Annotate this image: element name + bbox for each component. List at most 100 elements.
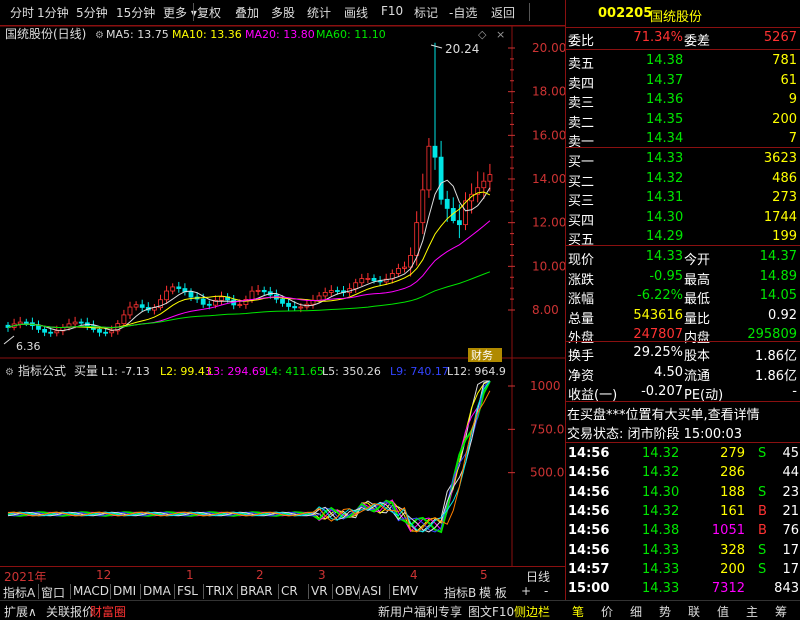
- quote-row: 卖四 14.37 61: [566, 72, 800, 92]
- chart-title: 国统股份(日线): [5, 27, 86, 41]
- bottom-link[interactable]: 关联报价: [46, 603, 94, 620]
- back-button[interactable]: 返回: [491, 4, 515, 21]
- time-axis-label: 12: [96, 568, 112, 582]
- candle: [438, 156, 444, 200]
- stat-value: 1.86亿: [755, 349, 797, 364]
- side-panel-tab[interactable]: 筹: [775, 603, 787, 620]
- bid-level-label: 买三: [568, 194, 595, 209]
- bottom-link[interactable]: 财富圈: [90, 603, 126, 620]
- indicator-tab[interactable]: FSL: [177, 584, 198, 598]
- quote-row: 15:00 14.33 7312 843: [566, 580, 800, 599]
- draw-line-button[interactable]: 画线: [344, 4, 368, 21]
- side-panel-tab[interactable]: 笔: [572, 603, 584, 620]
- side-panel-tab[interactable]: 势: [659, 603, 671, 620]
- divider: [203, 584, 204, 599]
- candle: [334, 290, 340, 292]
- stat-value: 14.05: [759, 288, 797, 303]
- stat-value: 4.50: [654, 364, 683, 380]
- time-axis-label: 2: [256, 568, 264, 582]
- f10-button[interactable]: F10: [381, 4, 403, 18]
- indicator-tab[interactable]: ASI: [362, 584, 381, 598]
- settings-icon[interactable]: ⚙: [95, 30, 104, 41]
- indicator-tab[interactable]: TRIX: [206, 584, 233, 598]
- indicator-tab[interactable]: 指标B: [444, 584, 476, 601]
- candle: [261, 289, 267, 293]
- bottom-link[interactable]: 扩展∧: [4, 603, 37, 620]
- indicator-tab[interactable]: EMV: [392, 584, 418, 598]
- indicator-tabs: 指标A 窗口 MACD DMI DMA FSL TRIX BRAR CR VR OBV ASI EMV 指…: [0, 582, 565, 600]
- quote-row: 买四 14.30 1744: [566, 209, 800, 229]
- candle: [365, 277, 371, 280]
- ask-level-label: 卖四: [568, 76, 595, 92]
- bottom-link[interactable]: 图文F10: [468, 603, 514, 620]
- diamond-icon[interactable]: ◇: [478, 28, 487, 41]
- candle: [72, 321, 78, 325]
- bottom-link[interactable]: 侧边栏: [514, 603, 550, 620]
- tick-direction: B: [758, 523, 767, 539]
- tab-5min[interactable]: 5分钟: [76, 4, 108, 21]
- indicator-tab[interactable]: BRAR: [240, 584, 273, 598]
- mark-button[interactable]: 标记: [414, 4, 438, 21]
- bid-price[interactable]: 14.33: [646, 151, 683, 166]
- side-panel-tab[interactable]: 价: [601, 603, 613, 620]
- side-panel-tab[interactable]: 值: [717, 603, 729, 620]
- tick-time: 14:56: [568, 503, 610, 519]
- settings-icon[interactable]: ⚙: [5, 367, 14, 378]
- bottom-bar: 扩展∧ 关联报价 财富圈 新用户福利专享 图文F10 侧边栏 笔价细势联值主筹: [0, 600, 800, 620]
- indicator-tab[interactable]: CR: [281, 584, 298, 598]
- indicator-tab[interactable]: -: [544, 584, 548, 598]
- quote-row: 买一 14.33 3623: [566, 150, 800, 170]
- indicator-tab[interactable]: +: [521, 584, 531, 598]
- ask-price[interactable]: 14.38: [646, 53, 683, 68]
- indicator-formula: 买量: [74, 364, 98, 378]
- candle: [316, 295, 322, 301]
- stock-name[interactable]: 国统股份: [650, 6, 702, 25]
- tick-count: 44: [782, 465, 799, 481]
- restore-rights-button[interactable]: 复权: [197, 4, 221, 21]
- quote-row: 14:56 14.33 328 S 17: [566, 542, 800, 561]
- indicator-tab[interactable]: VR: [311, 584, 328, 598]
- tick-time: 14:56: [568, 523, 610, 539]
- watchlist-button[interactable]: -自选: [449, 4, 477, 21]
- tab-fenshi[interactable]: 分时: [10, 4, 34, 21]
- indicator-tab[interactable]: 模 板: [479, 584, 507, 601]
- indicator-tab[interactable]: DMA: [143, 584, 171, 598]
- multi-stock-button[interactable]: 多股: [271, 4, 295, 21]
- indicator-tab[interactable]: DMI: [113, 584, 136, 598]
- ask-price[interactable]: 14.36: [646, 92, 683, 107]
- tick-price: 14.32: [642, 446, 680, 461]
- quote-row: 外盘 247807 内盘 295809: [566, 326, 800, 346]
- stat-label: 现价: [568, 253, 595, 268]
- bid-price[interactable]: 14.31: [646, 190, 683, 205]
- tab-1min[interactable]: 1分钟: [37, 4, 69, 21]
- indicator-tab[interactable]: OBV: [335, 584, 361, 598]
- indicator-tab[interactable]: 窗口: [41, 584, 65, 601]
- bid-volume: 199: [772, 229, 797, 244]
- divider: [174, 584, 175, 599]
- bid-price[interactable]: 14.32: [646, 171, 683, 186]
- side-panel-tab[interactable]: 细: [630, 603, 642, 620]
- kline-chart[interactable]: 20.00 18.00 16.00 14.00 12.00 10.00 8.00 国统股份(日…: [0, 26, 565, 566]
- divider: [308, 584, 309, 599]
- overlay-button[interactable]: 叠加: [235, 4, 259, 21]
- bid-price[interactable]: 14.29: [646, 229, 683, 244]
- quote-row: 14:56 14.32 279 S 45: [566, 445, 800, 464]
- more-menu[interactable]: 更多 ▾: [163, 4, 197, 21]
- side-panel-tab[interactable]: 联: [688, 603, 700, 620]
- big-order-notice[interactable]: 在买盘***位置有大买单,查看详情: [567, 404, 760, 423]
- indicator-tab[interactable]: MACD: [73, 584, 109, 598]
- candle: [103, 331, 108, 334]
- tab-15min[interactable]: 15分钟: [116, 4, 155, 21]
- bottom-link[interactable]: 新用户福利专享: [378, 603, 462, 620]
- side-panel-tab[interactable]: 主: [746, 603, 758, 620]
- bid-price[interactable]: 14.30: [646, 210, 683, 225]
- stats-button[interactable]: 统计: [307, 4, 331, 21]
- ask-price[interactable]: 14.34: [646, 131, 683, 146]
- stat-value: 29.25%: [633, 345, 683, 360]
- ask-price[interactable]: 14.35: [646, 112, 683, 127]
- indicator-name[interactable]: 指标公式: [18, 363, 66, 378]
- tick-direction: S: [758, 446, 767, 461]
- ask-price[interactable]: 14.37: [646, 73, 683, 88]
- close-icon[interactable]: ×: [496, 28, 505, 41]
- indicator-tab[interactable]: 指标A: [3, 584, 35, 601]
